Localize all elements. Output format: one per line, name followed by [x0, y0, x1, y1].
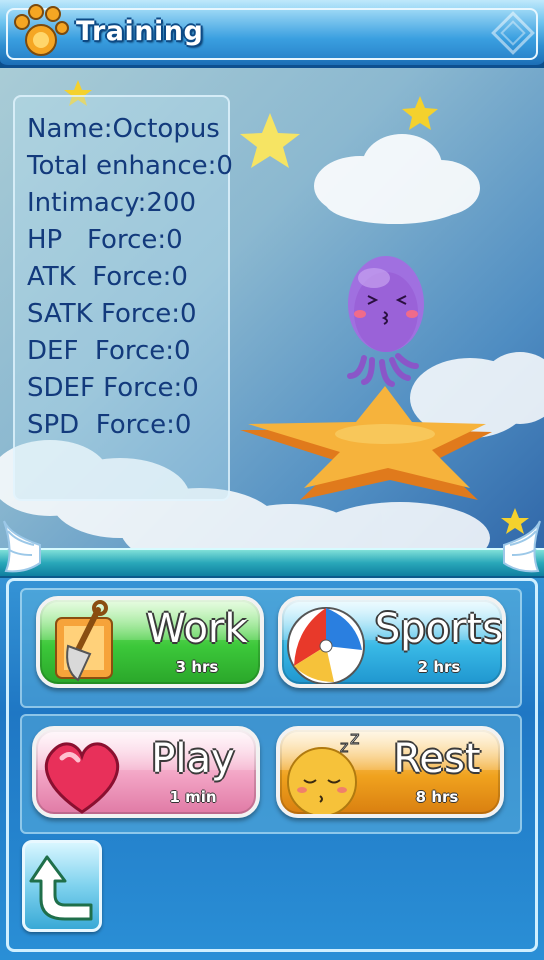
- svg-text:z: z: [350, 730, 359, 749]
- paw-icon: [14, 4, 69, 56]
- menu-divider-bar: [0, 548, 544, 578]
- rest-duration: 8 hrs: [415, 788, 459, 806]
- beach-ball-icon: [287, 607, 365, 684]
- pet-info-panel: Name:Octopus Total enhance:0 Intimacy:20…: [13, 95, 233, 501]
- intimacy: Intimacy:200: [27, 188, 196, 218]
- sports-duration: 2 hrs: [417, 658, 461, 676]
- cloud-decoration: [314, 134, 480, 224]
- left-wing-decoration: [3, 520, 41, 573]
- shovel-icon: [55, 600, 113, 682]
- pet-name: Name:Octopus: [27, 114, 220, 144]
- def-force: DEF Force:0: [27, 336, 191, 366]
- rest-label: Rest: [393, 736, 481, 782]
- sports-label: Sports: [374, 606, 504, 652]
- octopus-pet: [347, 256, 424, 387]
- total-enhance: Total enhance:0: [27, 151, 233, 181]
- work-duration: 3 hrs: [175, 658, 219, 676]
- star-decoration: [240, 113, 300, 168]
- play-button[interactable]: Play 1 min: [32, 726, 260, 818]
- sdef-force: SDEF Force:0: [27, 373, 199, 403]
- sports-button[interactable]: Sports 2 hrs: [278, 596, 506, 688]
- satk-force: SATK Force:0: [27, 299, 197, 329]
- pet-scene: Name:Octopus Total enhance:0 Intimacy:20…: [0, 68, 544, 560]
- svg-text:z: z: [340, 737, 348, 756]
- title-bar: Training: [0, 0, 544, 68]
- sleeping-face-icon: z z: [287, 730, 360, 814]
- back-button[interactable]: [22, 840, 102, 932]
- diamond-decoration-icon: [491, 11, 535, 55]
- play-duration: 1 min: [169, 788, 217, 806]
- rest-button[interactable]: z z Rest 8 hrs: [276, 726, 504, 818]
- spd-force: SPD Force:0: [27, 410, 192, 440]
- right-wing-decoration: [503, 520, 541, 573]
- back-arrow-icon: [29, 855, 93, 921]
- work-button[interactable]: Work 3 hrs: [36, 596, 264, 688]
- work-label: Work: [146, 606, 248, 652]
- play-label: Play: [151, 736, 235, 782]
- atk-force: ATK Force:0: [27, 262, 188, 292]
- page-title: Training: [76, 16, 204, 47]
- hp-force: HP Force:0: [27, 225, 183, 255]
- heart-icon: [44, 742, 120, 814]
